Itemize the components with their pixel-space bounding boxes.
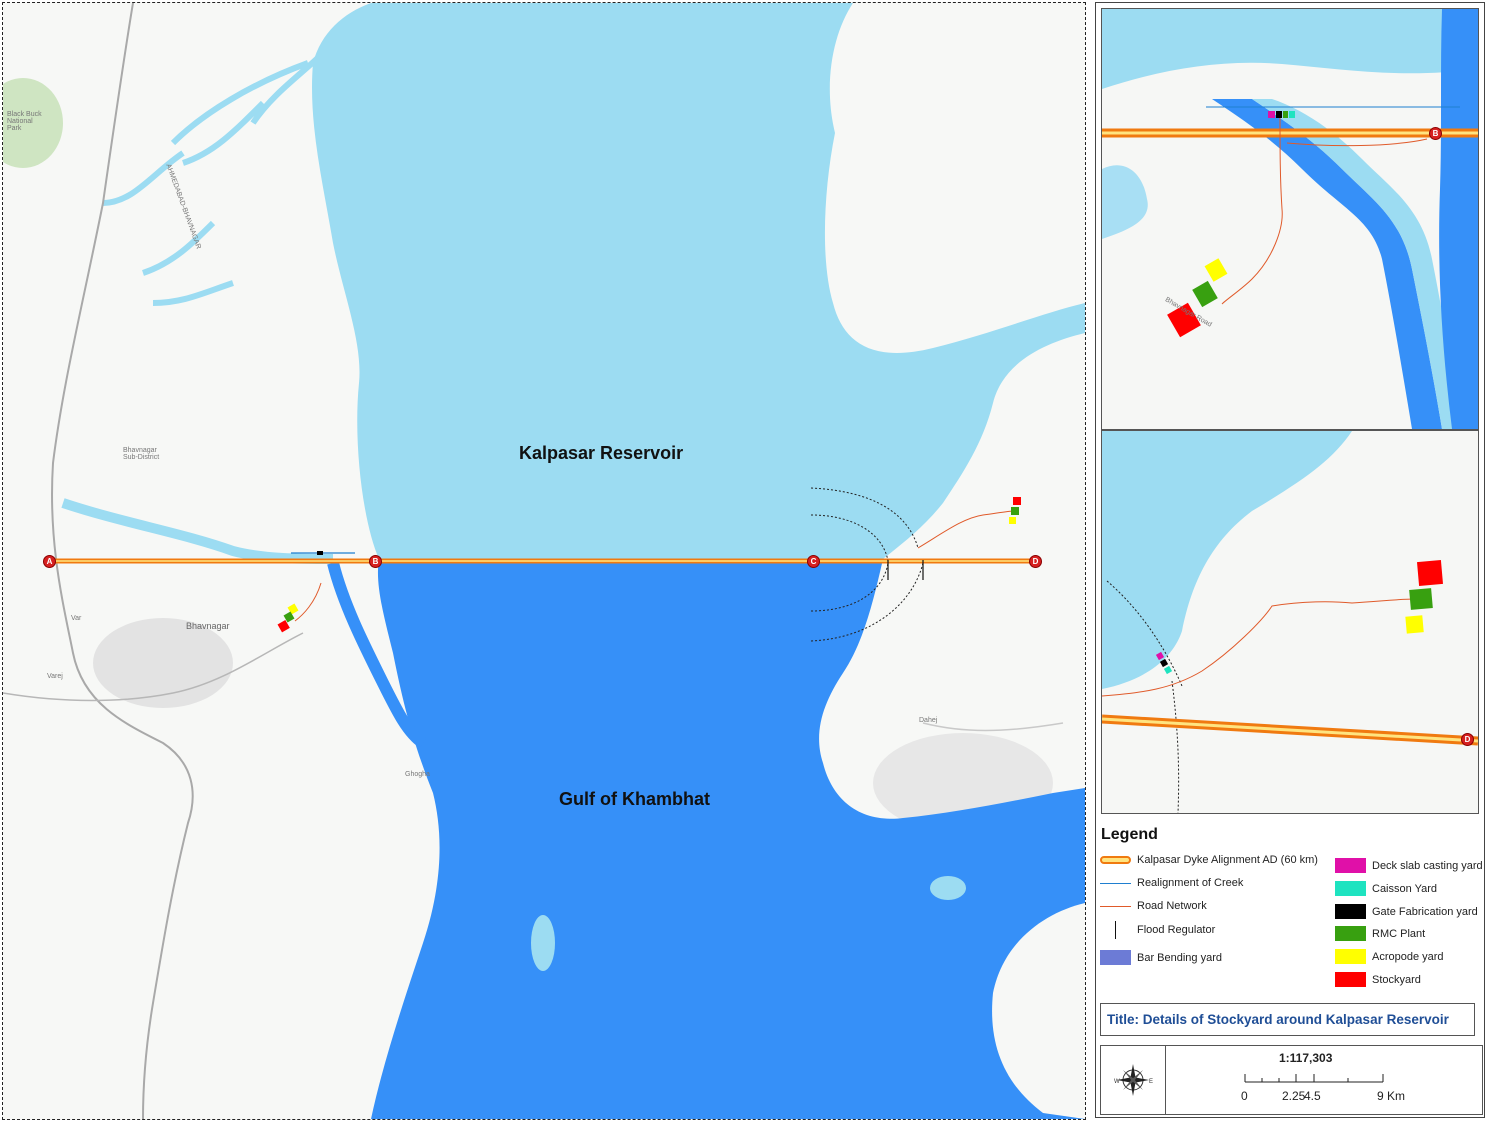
legend-road-network: Road Network xyxy=(1100,900,1207,912)
main-map[interactable]: A B C D Kalpasar Reservoir Gulf of Khamb… xyxy=(2,2,1086,1120)
inset-b-yards xyxy=(1268,111,1295,118)
inset-map-b[interactable]: B Bhavnagar Road xyxy=(1101,8,1479,430)
flood-regulator-swatch xyxy=(1100,921,1131,939)
scale-tick-2: 4.5 xyxy=(1304,1089,1321,1103)
place-var: Var xyxy=(71,615,82,622)
dyke-alignment-swatch xyxy=(1100,856,1131,864)
inset-marker-d[interactable]: D xyxy=(1461,733,1474,746)
legend-bar-bending: Bar Bending yard xyxy=(1100,950,1222,965)
inset-d-canvas xyxy=(1102,431,1478,813)
deck-slab-swatch xyxy=(1335,858,1366,873)
legend-gate-fabrication: Gate Fabrication yard xyxy=(1335,904,1478,919)
inset-b-canvas xyxy=(1102,9,1478,429)
place-blackbuck: Black Buck National Park xyxy=(7,111,42,132)
legend-acropode: Acropode yard xyxy=(1335,949,1444,964)
legend-label: Gate Fabrication yard xyxy=(1372,905,1478,918)
scale-tick-0: 0 xyxy=(1241,1089,1248,1103)
scale-tick-1: 2.25 xyxy=(1282,1089,1306,1103)
legend-label: Caisson Yard xyxy=(1372,882,1438,895)
creek-swatch xyxy=(1100,882,1131,884)
legend-label: RMC Plant xyxy=(1372,927,1426,940)
place-varej: Varej xyxy=(47,673,63,680)
legend-flood-regulator: Flood Regulator xyxy=(1100,921,1215,939)
legend-deck-slab: Deck slab casting yard xyxy=(1335,858,1483,873)
place-bhavnagar: Bhavnagar xyxy=(186,621,230,631)
legend-title: Legend xyxy=(1101,826,1158,843)
legend-rmc-plant: RMC Plant xyxy=(1335,926,1425,941)
place-bhavnagar-subdistrict: Bhavnagar Sub-District xyxy=(123,447,160,461)
map-title: Title: Details of Stockyard around Kalpa… xyxy=(1107,1012,1449,1027)
legend-label: Acropode yard xyxy=(1372,950,1444,963)
marker-a[interactable]: A xyxy=(43,555,56,568)
stockyard-swatch xyxy=(1335,972,1366,987)
inset-map-d[interactable]: D xyxy=(1101,430,1479,814)
legend-dyke-alignment: Kalpasar Dyke Alignment AD (60 km) xyxy=(1100,854,1318,866)
legend-label: Deck slab casting yard xyxy=(1372,859,1483,872)
reservoir-label: Kalpasar Reservoir xyxy=(519,443,684,463)
legend-label: Flood Regulator xyxy=(1137,924,1216,936)
road-swatch xyxy=(1100,905,1131,907)
scale-ratio: 1:117,303 xyxy=(1279,1051,1333,1065)
marker-c[interactable]: C xyxy=(807,555,820,568)
legend-label: Bar Bending yard xyxy=(1137,951,1222,964)
caisson-swatch xyxy=(1335,881,1366,896)
inset-marker-b[interactable]: B xyxy=(1429,127,1442,140)
compass-cell: W E xyxy=(1101,1046,1166,1114)
gate-fabrication-swatch xyxy=(1335,904,1366,919)
legend-label: Stockyard xyxy=(1372,973,1421,986)
legend-label: Realignment of Creek xyxy=(1137,877,1244,889)
scale-bar xyxy=(1244,1074,1384,1083)
legend-label: Road Network xyxy=(1137,900,1207,912)
rmc-plant-swatch xyxy=(1335,926,1366,941)
place-ghogha: Ghogha xyxy=(405,771,430,778)
map-title-box: Title: Details of Stockyard around Kalpa… xyxy=(1100,1003,1475,1036)
svg-text:E: E xyxy=(1149,1079,1153,1085)
scale-tick-3: 9 Km xyxy=(1377,1089,1406,1103)
scale-box: W E 1:117,303 0 2.25 4.5 9 Km xyxy=(1100,1045,1483,1115)
marker-b[interactable]: B xyxy=(369,555,382,568)
gulf-label: Gulf of Khambhat xyxy=(559,789,710,809)
legend: Legend Kalpasar Dyke Alignment AD (60 km… xyxy=(1100,826,1488,996)
island xyxy=(531,915,555,971)
legend-label: Kalpasar Dyke Alignment AD (60 km) xyxy=(1137,854,1318,866)
svg-text:W: W xyxy=(1114,1079,1120,1085)
legend-caisson: Caisson Yard xyxy=(1335,881,1437,896)
place-dahej: Dahej xyxy=(919,717,938,724)
acropode-swatch xyxy=(1335,949,1366,964)
legend-stockyard: Stockyard xyxy=(1335,972,1421,987)
compass-icon: W E xyxy=(1114,1064,1153,1096)
marker-d[interactable]: D xyxy=(1029,555,1042,568)
legend-realignment-creek: Realignment of Creek xyxy=(1100,877,1243,889)
bar-bending-swatch xyxy=(1100,950,1131,965)
